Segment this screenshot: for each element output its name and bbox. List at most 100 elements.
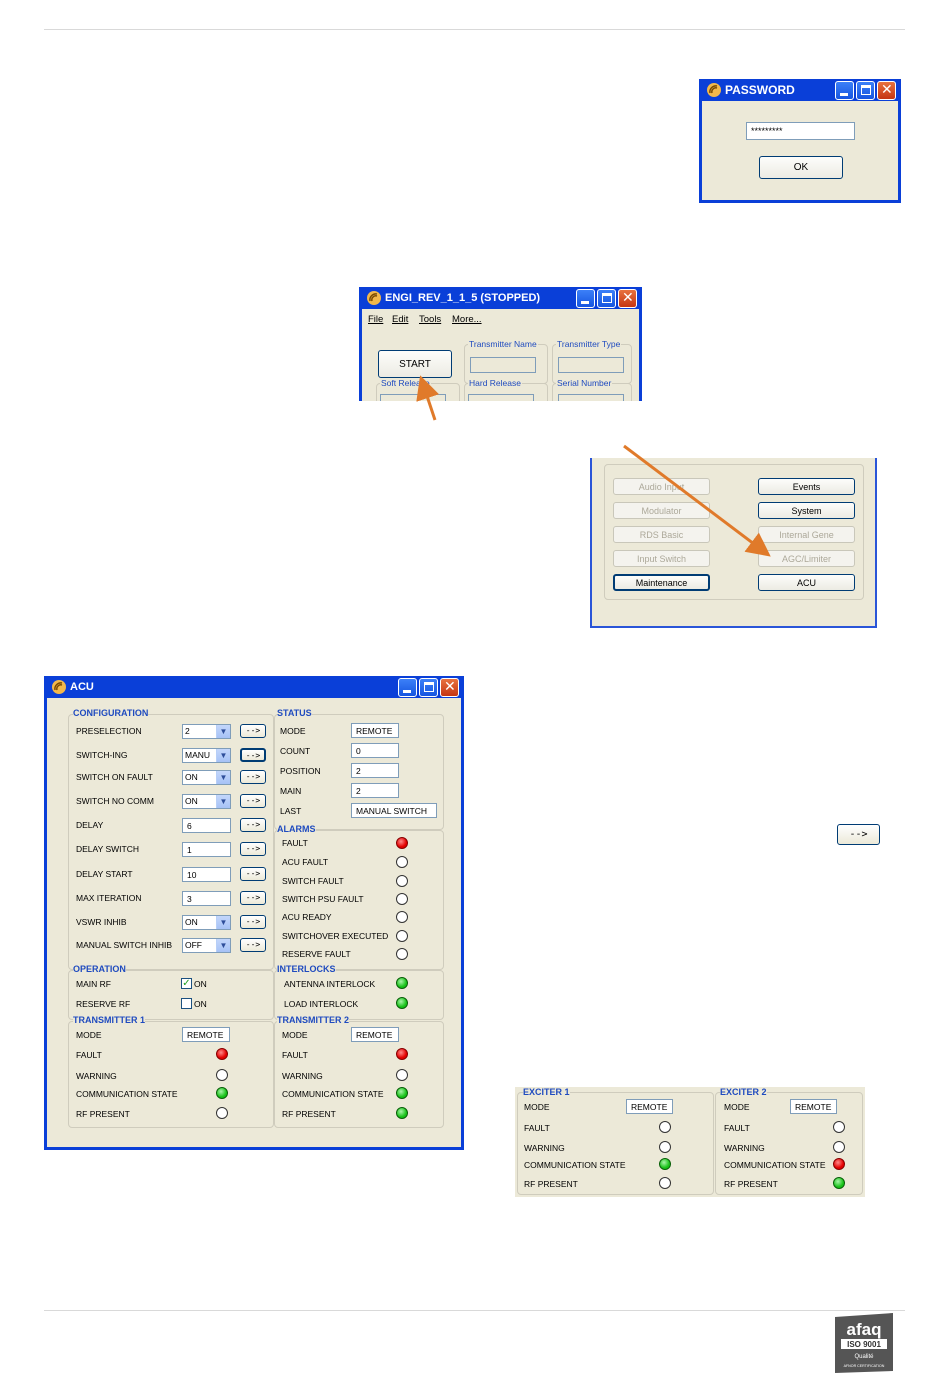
config-label: DELAY START [76,869,133,879]
chevron-down-icon[interactable]: ▼ [216,916,230,929]
transmitter1-mode-label: MODE [76,1030,102,1040]
panel-button-modulator: Modulator [613,502,710,519]
panel-button-internal-gene: Internal Gene [758,526,855,543]
status-label: MAIN [280,786,302,796]
alarm-label: ACU READY [282,912,332,922]
status-title: STATUS [277,708,312,718]
operation-checkbox[interactable]: ✓ [181,978,192,989]
status-led [659,1177,671,1189]
config-label: SWITCH ON FAULT [76,772,153,782]
apply-arrow-button[interactable]: --> [240,724,266,738]
apply-arrow-button[interactable]: --> [240,794,266,808]
close-button[interactable]: ✕ [440,677,459,697]
config-label: DELAY [76,820,104,830]
status-value: 2 [351,783,399,798]
apply-arrow-button[interactable]: --> [240,867,266,881]
status-led [833,1158,845,1170]
engi-titlebar[interactable]: ENGI_REV_1_1_5 (STOPPED) ✕ [362,287,639,309]
menu-more[interactable]: More... [452,314,482,325]
exciter2-mode-label: MODE [724,1102,750,1112]
operation-title: OPERATION [73,964,126,974]
status-led [396,837,408,849]
apply-arrow-button[interactable]: --> [240,938,266,952]
config-select[interactable]: ON ▼ [182,770,231,785]
close-button[interactable]: ✕ [877,80,896,100]
status-value: REMOTE [351,723,399,738]
status-led [396,930,408,942]
transmitter1-title: TRANSMITTER 1 [73,1015,145,1025]
status-led [216,1087,228,1099]
panel-button-input-switch: Input Switch [613,550,710,567]
ok-button[interactable]: OK [759,156,843,179]
config-select[interactable]: ON ▼ [182,915,231,930]
header-rule [44,29,905,30]
transmitter1-status-label: RF PRESENT [76,1109,130,1119]
acu-body: CONFIGURATION STATUS ALARMS OPERATION IN… [47,698,461,1147]
go-arrow-button[interactable]: --> [837,824,880,845]
status-led [396,875,408,887]
minimize-button[interactable] [835,80,854,100]
apply-arrow-button[interactable]: --> [240,891,266,905]
menu-edit[interactable]: Edit [392,314,408,325]
config-select[interactable]: MANU ▼ [182,748,231,763]
close-button[interactable]: ✕ [618,288,637,308]
config-select[interactable]: ON ▼ [182,794,231,809]
acu-window: ACU ✕ CONFIGURATION STATUS ALARMS OPERAT… [44,676,464,1150]
status-led [659,1158,671,1170]
config-select[interactable]: 2 ▼ [182,724,231,739]
password-titlebar[interactable]: PASSWORD ✕ [702,79,898,101]
interlocks-title: INTERLOCKS [277,964,336,974]
alarm-label: SWITCH FAULT [282,876,344,886]
hard-release-field [468,394,534,401]
chevron-down-icon[interactable]: ▼ [216,795,230,808]
menu-file[interactable]: File [368,314,383,325]
config-label: DELAY SWITCH [76,844,139,854]
transmitter1-mode-value: REMOTE [182,1027,230,1042]
status-led [833,1121,845,1133]
config-input[interactable]: 3 [182,891,231,906]
config-input[interactable]: 1 [182,842,231,857]
menu-tools[interactable]: Tools [419,314,441,325]
status-led [396,856,408,868]
panel-button-maintenance[interactable]: Maintenance [613,574,710,591]
config-label: SWITCH NO COMM [76,796,154,806]
config-select-value: MANU [185,750,211,760]
config-select[interactable]: OFF ▼ [182,938,231,953]
apply-arrow-button[interactable]: --> [240,818,266,832]
operation-checkbox[interactable] [181,998,192,1009]
config-input[interactable]: 10 [182,867,231,882]
panel-button-events[interactable]: Events [758,478,855,495]
panel-button-acu[interactable]: ACU [758,574,855,591]
transmitter-name-field [470,357,536,373]
acu-titlebar[interactable]: ACU ✕ [47,676,461,698]
apply-arrow-button[interactable]: --> [240,770,266,784]
maximize-button[interactable] [856,80,875,100]
config-input[interactable]: 6 [182,818,231,833]
apply-arrow-button[interactable]: --> [240,915,266,929]
transmitter1-status-label: COMMUNICATION STATE [76,1089,178,1099]
panel-button-system[interactable]: System [758,502,855,519]
maximize-button[interactable] [419,677,438,697]
interlocks-group [274,970,444,1020]
chevron-down-icon[interactable]: ▼ [216,939,230,952]
exciter2-mode-value: REMOTE [790,1099,837,1114]
start-button[interactable]: START [378,350,452,378]
apply-arrow-button[interactable]: --> [240,842,266,856]
minimize-button[interactable] [576,288,595,308]
apply-arrow-button[interactable]: --> [240,748,266,762]
exciter1-status-label: FAULT [524,1123,550,1133]
maximize-button[interactable] [597,288,616,308]
window-title: ACU [70,681,94,693]
transmitter-name-label: Transmitter Name [468,339,538,349]
chevron-down-icon[interactable]: ▼ [216,771,230,784]
serial-number-label: Serial Number [556,378,613,388]
chevron-down-icon[interactable]: ▼ [216,749,230,762]
app-icon [707,83,721,97]
minimize-button[interactable] [398,677,417,697]
window-title: ENGI_REV_1_1_5 (STOPPED) [385,292,541,304]
footer-rule [44,1310,905,1311]
password-input[interactable]: ********* [746,122,855,140]
status-led [396,1087,408,1099]
config-select-value: ON [185,796,198,806]
chevron-down-icon[interactable]: ▼ [216,725,230,738]
